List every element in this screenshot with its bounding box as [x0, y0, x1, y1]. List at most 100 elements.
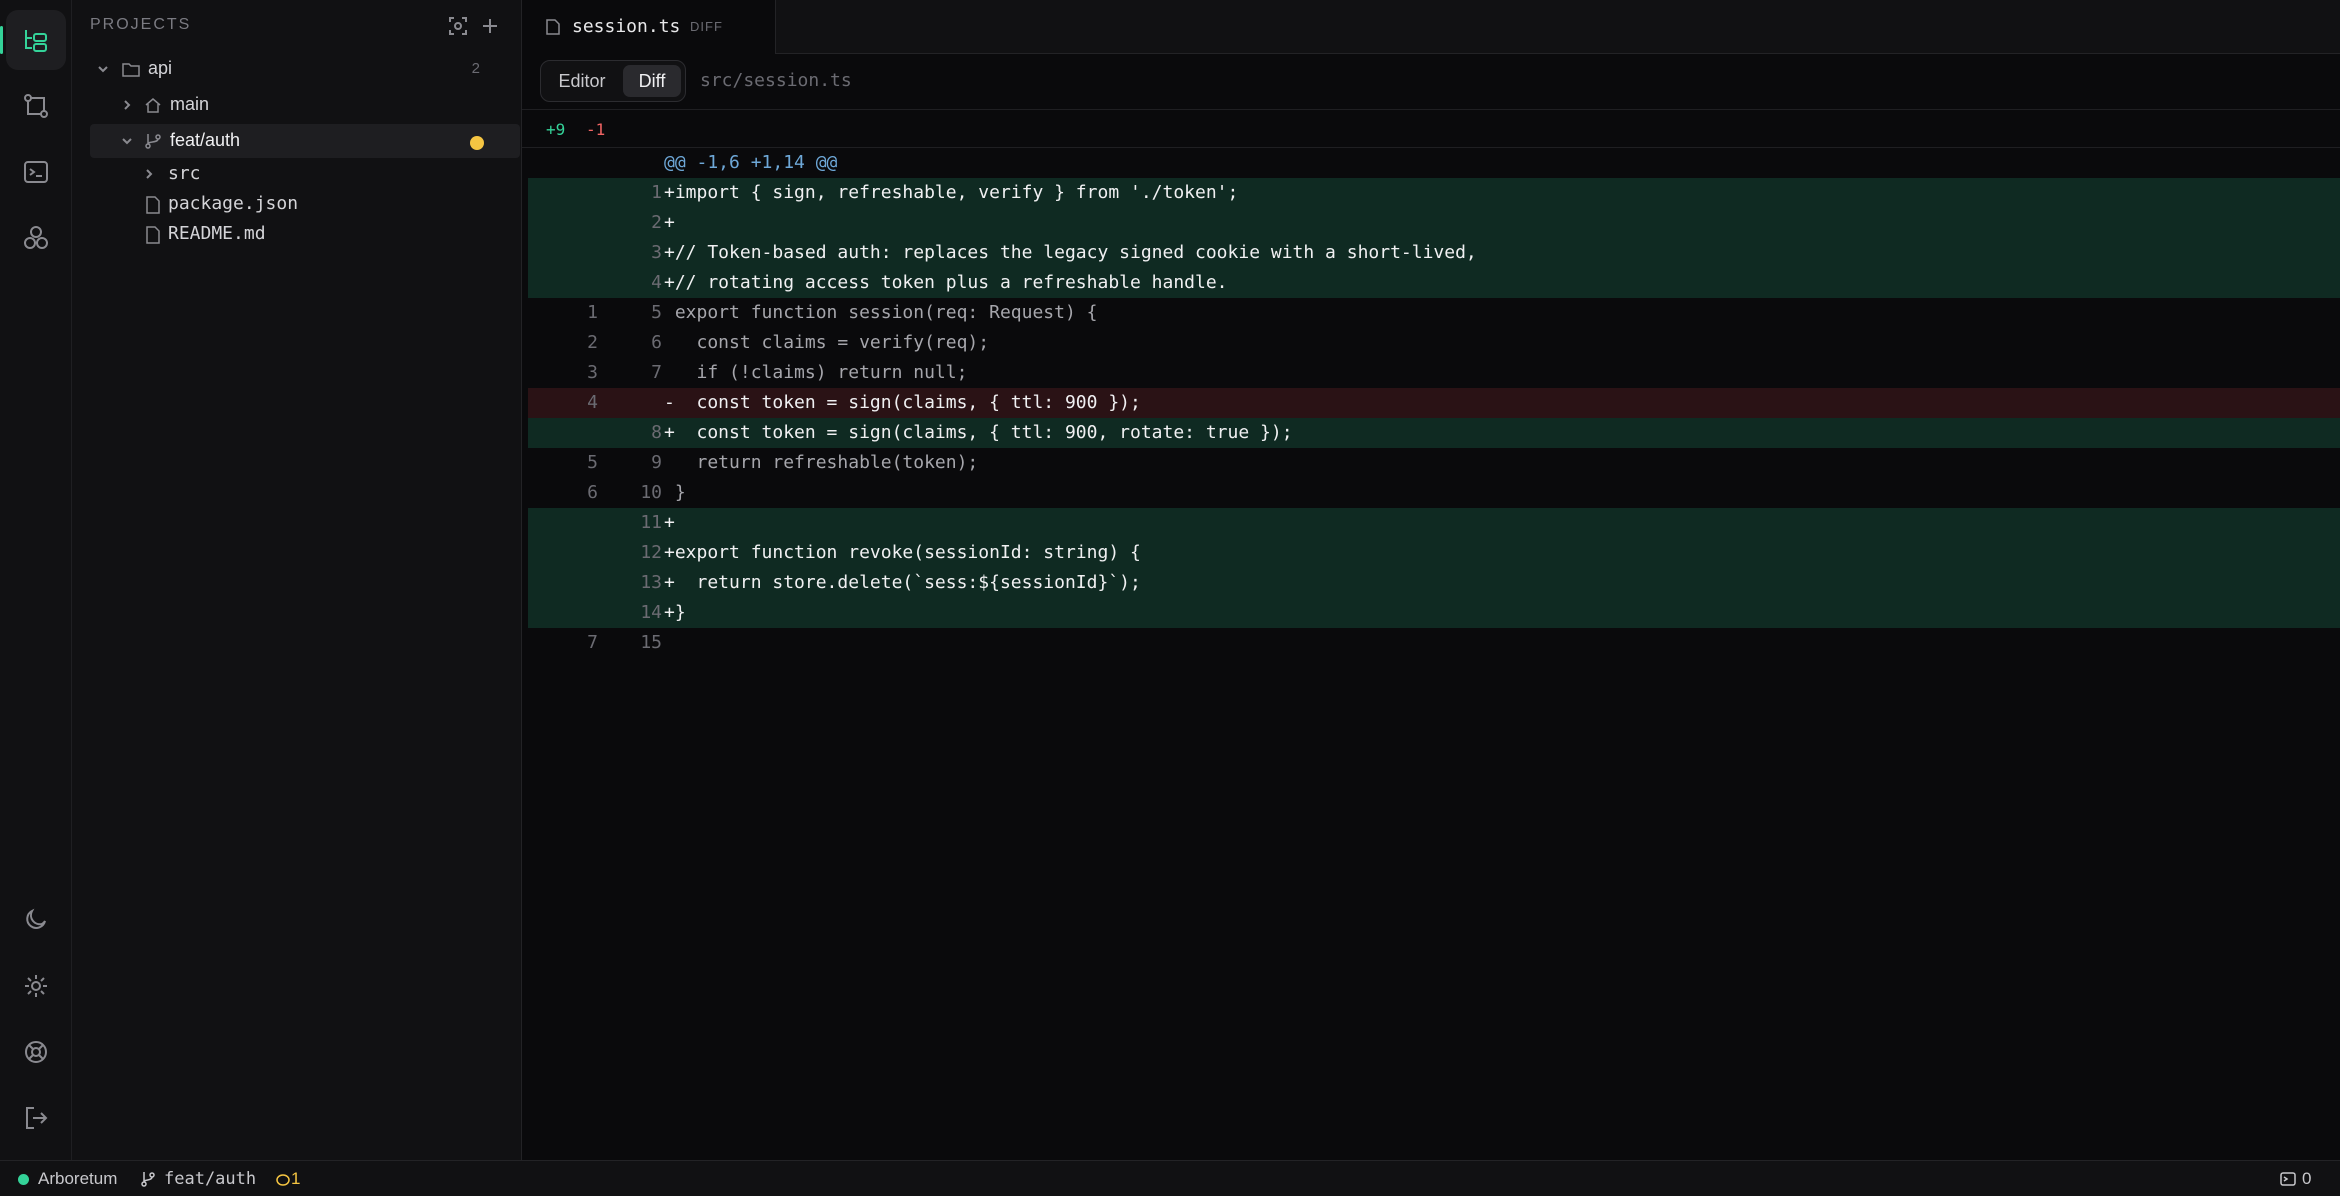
gear-icon: [25, 975, 47, 997]
moon-icon: [26, 908, 46, 929]
diff-stats: +9 -1: [522, 110, 2340, 148]
new-line-number: 3: [651, 242, 662, 263]
new-line-number: 10: [640, 482, 662, 503]
file-icon: [546, 19, 560, 35]
new-line-number: 12: [640, 542, 662, 563]
old-line-number: 3: [587, 362, 598, 383]
tab-title: session.ts: [572, 16, 681, 37]
diff-line: 7 15: [528, 628, 2340, 658]
old-line-number: 5: [587, 452, 598, 473]
old-line-number: 7: [587, 632, 598, 653]
tab-bar: session.ts DIFF: [522, 0, 2340, 54]
diff-line: 4 - const token = sign(claims, { ttl: 900…: [528, 388, 2340, 418]
activity-bar: [0, 0, 72, 1160]
status-branch[interactable]: feat/auth: [164, 1169, 256, 1189]
folder-label: src: [168, 163, 201, 184]
tree-icon: [25, 30, 47, 52]
terminal-icon: [24, 161, 48, 183]
new-line-number: 14: [640, 602, 662, 623]
plus-icon: [483, 19, 497, 33]
code-text: +import { sign, refreshable, verify } fr…: [664, 182, 1239, 203]
diff-line: 2 +: [528, 208, 2340, 238]
activity-source-control-button[interactable]: [6, 76, 66, 136]
diff-line: 11 +: [528, 508, 2340, 538]
code-text: @@ -1,6 +1,14 @@: [664, 152, 838, 173]
git-compare-icon: [24, 94, 48, 118]
code-text: +: [664, 212, 675, 233]
code-text: - const token = sign(claims, { ttl: 900 …: [664, 392, 1141, 413]
chevron-right-icon: [124, 100, 131, 110]
app-name: Arboretum: [38, 1169, 118, 1188]
focus-button[interactable]: [446, 14, 470, 38]
sidebar-title: PROJECTS: [90, 16, 192, 33]
code-text: + const token = sign(claims, { ttl: 900,…: [664, 422, 1293, 443]
status-problems-count[interactable]: 0: [2302, 1169, 2311, 1189]
editor-area: session.ts DIFF Editor Diff src/session.…: [522, 0, 2340, 1160]
code-text: +// rotating access token plus a refresh…: [664, 272, 1228, 293]
status-changes-count[interactable]: 1: [291, 1169, 300, 1189]
add-project-button[interactable]: [478, 14, 502, 38]
view-toolbar: Editor Diff src/session.ts: [522, 54, 2340, 110]
branch-label: feat/auth: [170, 130, 241, 150]
theme-toggle-button[interactable]: [6, 890, 66, 950]
old-line-number: 1: [587, 302, 598, 323]
activity-extensions-button[interactable]: [6, 208, 66, 268]
code-text: + return store.delete(`sess:${sessionId}…: [664, 572, 1141, 593]
diff-line: 1 +import { sign, refreshable, verify } f…: [528, 178, 2340, 208]
new-line-number: 8: [651, 422, 662, 443]
diff-line: 1 5 export function session(req: Request)…: [528, 298, 2340, 328]
tab-session-ts[interactable]: session.ts DIFF: [522, 0, 776, 54]
changes-ring-icon: [276, 1174, 290, 1186]
new-line-number: 5: [651, 302, 662, 323]
modified-indicator: [470, 136, 484, 150]
code-text: return refreshable(token);: [664, 452, 979, 473]
code-text: +: [664, 512, 675, 533]
file-label: package.json: [168, 193, 299, 214]
code-text: if (!claims) return null;: [664, 362, 968, 383]
file-readme-md[interactable]: README.md: [90, 217, 520, 251]
tab-badge: DIFF: [690, 19, 723, 34]
activity-terminal-button[interactable]: [6, 142, 66, 202]
diff-line: 4 +// rotating access token plus a refres…: [528, 268, 2340, 298]
editor-mode-button[interactable]: Editor: [545, 65, 619, 97]
file-package-json[interactable]: package.json: [90, 187, 520, 221]
code-text: +}: [664, 602, 686, 623]
home-icon: [145, 98, 161, 113]
activity-projects-button[interactable]: [0, 10, 66, 70]
chevron-down-icon: [122, 138, 132, 145]
git-branch-icon: [141, 1172, 155, 1187]
diff-line: 13 + return store.delete(`sess:${sessionI…: [528, 568, 2340, 598]
new-line-number: 2: [651, 212, 662, 233]
branch-feat-auth[interactable]: feat/auth: [90, 124, 520, 158]
project-api[interactable]: api 2: [90, 52, 520, 86]
diff-line: 3 +// Token-based auth: replaces the lega…: [528, 238, 2340, 268]
help-button[interactable]: [6, 1022, 66, 1082]
diff-line: 3 7 if (!claims) return null;: [528, 358, 2340, 388]
branch-label: main: [170, 94, 210, 114]
settings-button[interactable]: [6, 956, 66, 1016]
diff-line: 8 + const token = sign(claims, { ttl: 900…: [528, 418, 2340, 448]
diff-line: 14 +}: [528, 598, 2340, 628]
diff-line: 12 +export function revoke(sessionId: str…: [528, 538, 2340, 568]
old-line-number: 2: [587, 332, 598, 353]
lifebuoy-icon: [25, 1041, 47, 1063]
branch-main[interactable]: main: [90, 88, 520, 122]
diff-line: 2 6 const claims = verify(req);: [528, 328, 2340, 358]
active-indicator: [0, 26, 3, 54]
folder-src[interactable]: src: [90, 157, 520, 191]
chevron-right-icon: [146, 169, 153, 179]
new-line-number: 6: [651, 332, 662, 353]
code-text: const claims = verify(req);: [664, 332, 990, 353]
removed-count: -1: [586, 120, 606, 139]
file-icon: [146, 196, 160, 214]
view-mode-toggle: Editor Diff: [540, 60, 686, 102]
diff-hunk-header: @@ -1,6 +1,14 @@: [528, 148, 2340, 178]
diff-mode-button[interactable]: Diff: [623, 65, 681, 97]
logout-icon: [26, 1107, 48, 1129]
project-name: api: [148, 58, 173, 78]
logout-button[interactable]: [6, 1088, 66, 1148]
new-line-number: 9: [651, 452, 662, 473]
scan-icon: [449, 17, 467, 35]
folder-icon: [122, 63, 140, 77]
new-line-number: 4: [651, 272, 662, 293]
